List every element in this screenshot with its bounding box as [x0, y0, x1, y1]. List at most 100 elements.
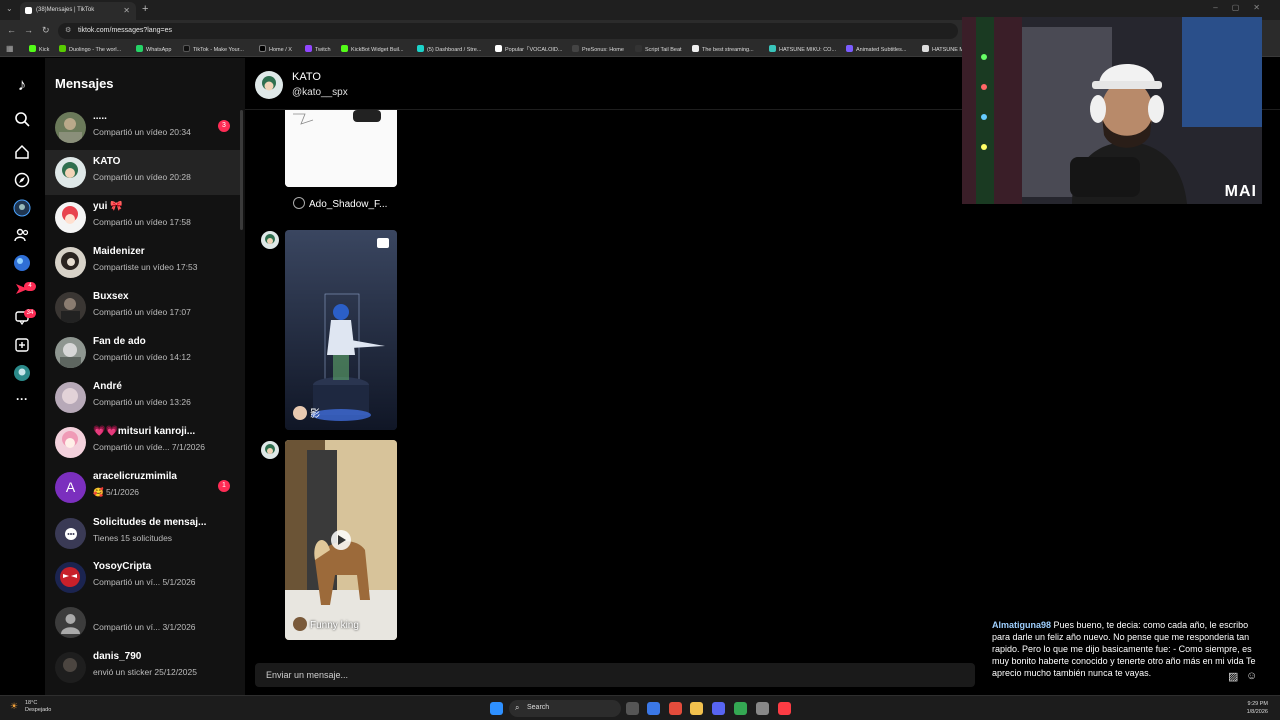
forward-icon[interactable]: →: [24, 25, 33, 35]
gallery-icon[interactable]: ▨: [1228, 670, 1238, 683]
search-icon[interactable]: [12, 111, 32, 131]
conversation-item[interactable]: Maidenizer Compartiste un vídeo 17:53: [45, 240, 240, 285]
conversation-item[interactable]: KATO Compartió un vídeo 20:28: [45, 150, 240, 195]
file-explorer-icon[interactable]: [690, 702, 703, 715]
tab-title: (38)Mensajes | TikTok: [36, 7, 95, 13]
task-view-icon[interactable]: [626, 702, 639, 715]
tab-list-icon[interactable]: ⌄: [6, 4, 13, 13]
upload-icon[interactable]: [12, 337, 32, 357]
settings-icon[interactable]: [756, 702, 769, 715]
conversation-item[interactable]: yui 🎀 Compartió un vídeo 17:58: [45, 195, 240, 240]
back-icon[interactable]: ←: [7, 25, 16, 35]
tiktok-logo-icon[interactable]: ♪: [12, 75, 32, 95]
weather-icon[interactable]: ☀: [10, 701, 18, 712]
conversation-preview: Compartió un ví... 5/1/2026: [93, 577, 196, 587]
unread-badge: 1: [218, 480, 230, 492]
tiktok-nav-rail: ♪ 4 34 ···: [0, 58, 45, 695]
apps-grid-icon[interactable]: ▦: [6, 44, 14, 53]
bookmark-item[interactable]: WhatsApp: [136, 45, 171, 53]
notifications-badge: 4: [24, 282, 36, 291]
bookmark-item[interactable]: The best streaming...: [692, 45, 754, 53]
bookmark-item[interactable]: HATSUNE MIKU: CO...: [769, 45, 836, 53]
emoji-icon[interactable]: ☺: [1246, 670, 1257, 682]
tiktok-favicon-icon: [25, 7, 32, 14]
close-tab-icon[interactable]: ✕: [123, 6, 130, 15]
conversation-preview: Compartió un vídeo 17:58: [93, 217, 191, 227]
author-avatar-icon: [293, 197, 305, 209]
weather-widget[interactable]: 18°C Despejado: [25, 700, 51, 714]
bookmark-item[interactable]: (5) Dashboard / Stre...: [417, 45, 481, 53]
chrome-icon[interactable]: [734, 702, 747, 715]
avatar: [55, 427, 86, 458]
bookmark-item[interactable]: Animated Subtitles...: [846, 45, 906, 53]
conversation-item[interactable]: A aracelicruzmimila 🥰 5/1/2026 1: [45, 465, 240, 510]
message-requests-item[interactable]: Solicitudes de mensaj... Tienes 15 solic…: [45, 511, 240, 556]
avatar: [55, 202, 86, 233]
shared-video-card[interactable]: [285, 110, 397, 187]
conversation-preview: Compartiste un vídeo 17:53: [93, 262, 198, 272]
home-icon[interactable]: [12, 144, 32, 164]
friends-icon[interactable]: [12, 227, 32, 247]
window-controls[interactable]: –▢✕: [1213, 3, 1274, 12]
bookmark-item[interactable]: Twitch: [305, 45, 331, 53]
conversation-name: YosoyCripta: [93, 561, 152, 572]
avatar: [55, 112, 86, 143]
bookmark-item[interactable]: Script Tail Beat: [635, 45, 682, 53]
conversation-item[interactable]: 💗💗mitsuri kanroji... Compartió un víde..…: [45, 420, 240, 465]
explore-icon[interactable]: [12, 172, 32, 192]
conversation-preview: 🥰 5/1/2026: [93, 487, 140, 497]
shared-video-caption[interactable]: 影: [293, 405, 320, 420]
url-field[interactable]: ⚙ tiktok.com/messages?lang=es: [58, 23, 958, 39]
shared-video-card[interactable]: [285, 440, 397, 640]
conversation-item[interactable]: Fan de ado Compartió un vídeo 14:12: [45, 330, 240, 375]
url-text: tiktok.com/messages?lang=es: [78, 27, 172, 34]
shared-video-card[interactable]: [285, 230, 397, 430]
profile-avatar-icon[interactable]: [12, 364, 32, 384]
unread-badge: 3: [218, 120, 230, 132]
edge-icon[interactable]: [647, 702, 660, 715]
message-input[interactable]: Enviar un mensaje...: [255, 663, 975, 687]
taskbar-clock[interactable]: 9:29 PM 1/8/2026: [1247, 700, 1268, 716]
conversation-item[interactable]: ..... Compartió un vídeo 20:34 3: [45, 105, 240, 150]
conversation-scrollbar[interactable]: [240, 110, 243, 230]
shared-video-caption[interactable]: Ado_Shadow_F...: [293, 197, 387, 210]
music-icon[interactable]: [778, 702, 791, 715]
conversation-name: André: [93, 381, 122, 392]
new-tab-icon[interactable]: +: [142, 3, 148, 15]
windows-start-icon[interactable]: [490, 702, 503, 715]
conversation-preview: Compartió un vídeo 14:12: [93, 352, 191, 362]
webcam-overlay: MAI: [962, 17, 1262, 204]
bookmark-item[interactable]: TikTok - Make Your...: [183, 45, 244, 53]
author-avatar-icon: [293, 617, 307, 631]
shared-video-caption[interactable]: Funny king: [293, 617, 359, 631]
conversation-name: Buxsex: [93, 291, 129, 302]
conversation-item[interactable]: André Compartió un vídeo 13:26: [45, 375, 240, 420]
bookmark-item[interactable]: Kick: [29, 45, 49, 53]
conversation-item[interactable]: Buxsex Compartió un vídeo 17:07: [45, 285, 240, 330]
bookmark-item[interactable]: Home / X: [259, 45, 292, 53]
more-icon[interactable]: ···: [12, 389, 32, 409]
discord-icon[interactable]: [712, 702, 725, 715]
browser-tab[interactable]: (38)Mensajes | TikTok ✕: [20, 2, 136, 20]
avatar: [55, 157, 86, 188]
weather-temp: 18°C: [25, 700, 38, 706]
chat-contact-name[interactable]: KATO: [292, 71, 321, 83]
stream-chat-message: Almatiguna98 Pues bueno, te decia: como …: [992, 619, 1262, 679]
live-globe-icon[interactable]: [12, 254, 32, 274]
following-avatar-icon[interactable]: [12, 199, 32, 219]
bookmark-item[interactable]: PreSonus: Home: [572, 45, 624, 53]
bookmark-item[interactable]: Duolingo - The worl...: [59, 45, 121, 53]
bookmark-item[interactable]: Popular「VOCALOID...: [495, 45, 562, 53]
bookmark-item[interactable]: KickBot Widget Buil...: [341, 45, 404, 53]
conversation-item[interactable]: danis_790 envió un sticker 25/12/2025: [45, 645, 240, 690]
chat-avatar[interactable]: [255, 71, 283, 99]
conversation-item[interactable]: YosoyCripta Compartió un ví... 5/1/2026: [45, 555, 240, 600]
taskbar-search[interactable]: ⌕ Search: [509, 700, 621, 717]
app-icon[interactable]: [669, 702, 682, 715]
site-info-icon[interactable]: ⚙: [65, 26, 71, 34]
conversation-item[interactable]: Compartió un ví... 3/1/2026: [45, 600, 240, 645]
conversation-name: Solicitudes de mensaj...: [93, 517, 207, 528]
bookmark-item[interactable]: HATSUNE M: [922, 45, 964, 53]
reload-icon[interactable]: ↻: [42, 25, 50, 36]
conversation-name: 💗💗mitsuri kanroji...: [93, 426, 196, 437]
